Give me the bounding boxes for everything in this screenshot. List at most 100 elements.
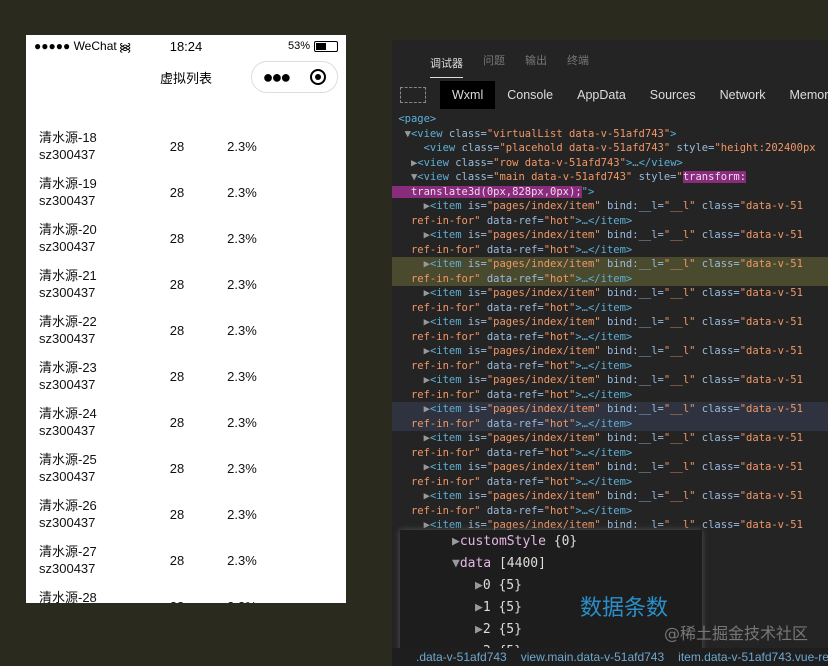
tree-token: is= [467,229,487,241]
tree-node[interactable]: ▶<item is="pages/index/item" bind:__l="_… [392,460,828,475]
tree-node[interactable]: ▶<item is="pages/index/item" bind:__l="_… [392,344,828,359]
tree-token: <item [429,403,468,415]
tree-node[interactable]: ref-in-for" data-ref="hot">…</item> [392,504,828,519]
tree-node[interactable]: ▶<item is="pages/index/item" bind:__l="_… [392,373,828,388]
tree-node[interactable]: ref-in-for" data-ref="hot">…</item> [392,475,828,490]
list-item[interactable]: 清水源-25 sz300437 28 2.3% [26,445,346,491]
tree-token: "__l" [663,432,696,444]
more-icon[interactable]: ●●● [263,68,292,86]
inspect-element-icon[interactable] [400,87,426,103]
tree-token: data-ref= [480,504,544,517]
tree-node[interactable]: ▶<item is="pages/index/item" bind:__l="_… [392,286,828,301]
stock-value: 28 [169,552,185,568]
tree-node[interactable]: ▶<view class="row data-v-51afd743">…</vi… [392,156,828,171]
virtual-list[interactable]: 清水源-18 sz300437 28 2.3% 清水源-19 sz300437 28… [26,123,346,603]
tree-node[interactable]: <page> [392,112,828,127]
tree-node[interactable]: ref-in-for" data-ref="hot">…</item> [392,446,828,461]
tree-token: ref-in-for" [392,301,481,314]
breadcrumb-item[interactable]: view.main.data-v-51afd743 [521,650,664,664]
tree-token: "data-v-51 [739,287,803,299]
list-item[interactable]: 清水源-20 sz300437 28 2.3% [26,215,346,261]
stock-percent: 2.3% [227,184,257,200]
tree-token: bind:__l= [600,200,664,212]
tree-token: >…</item> [575,301,633,314]
tree-node[interactable]: ref-in-for" data-ref="hot">…</item> [392,214,828,229]
tree-node[interactable]: ref-in-for" data-ref="hot">…</item> [392,388,828,403]
tab-network[interactable]: Network [708,81,778,109]
tree-node[interactable]: ▶<item is="pages/index/item" bind:__l="_… [392,431,828,446]
tree-node[interactable]: ref-in-for" data-ref="hot">…</item> [392,330,828,345]
data-row[interactable]: ▼ data [4400] [400,552,702,574]
list-item[interactable]: 清水源-19 sz300437 28 2.3% [26,169,346,215]
tree-token: "hot" [543,475,576,488]
list-item[interactable]: 清水源-21 sz300437 28 2.3% [26,261,346,307]
tab-sources[interactable]: Sources [638,81,708,109]
tab-wxml[interactable]: Wxml [440,81,496,109]
tree-token: <item [429,374,468,386]
tab-console[interactable]: Console [495,81,565,109]
list-item[interactable]: 清水源-18 sz300437 28 2.3% [26,123,346,169]
tree-token: bind:__l= [600,316,664,328]
top-tab[interactable]: 问题 [483,52,505,68]
stock-value: 28 [169,368,185,384]
tree-node[interactable]: ▶<item is="pages/index/item" bind:__l="_… [392,402,828,417]
stock-value: 28 [169,414,185,430]
tree-token: bind:__l= [600,345,664,357]
top-tab[interactable]: 输出 [525,52,547,68]
tree-token: <page> [392,113,437,125]
tree-token: "hot" [543,330,576,343]
tree-node[interactable]: ▶<item is="pages/index/item" bind:__l="_… [392,228,828,243]
tab-appdata[interactable]: AppData [565,81,638,109]
tree-node[interactable]: translate3d(0px,828px,0px);"> [392,185,828,200]
list-item[interactable]: 清水源-23 sz300437 28 2.3% [26,353,346,399]
breadcrumb-item[interactable]: item.data-v-51afd743.vue-ref [678,650,828,664]
breadcrumb-item[interactable]: .data-v-51afd743 [416,650,507,664]
tree-node[interactable]: ▶<item is="pages/index/item" bind:__l="_… [392,489,828,504]
list-item[interactable]: 清水源-28sz300437 28 2.3% [26,583,346,603]
tree-token: data-ref= [480,301,544,314]
list-item[interactable]: 清水源-27 sz300437 28 2.3% [26,537,346,583]
tree-node[interactable]: ▼<view class="main data-v-51afd743" styl… [392,170,828,185]
tree-node[interactable]: ▶<item is="pages/index/item" bind:__l="_… [392,315,828,330]
tree-token: "hot" [543,446,576,459]
tree-node[interactable]: ▶<item is="pages/index/item" bind:__l="_… [392,199,828,214]
tab-memory[interactable]: Memory [777,81,828,109]
stock-code: sz300437 [39,239,96,254]
tree-node[interactable]: ref-in-for" data-ref="hot">…</item> [392,301,828,316]
stock-value: 28 [169,276,185,292]
tree-token: bind:__l= [600,490,664,502]
custom-style-row[interactable]: ▶ customStyle {0} [400,530,702,552]
tree-token: bind:__l= [600,461,664,473]
list-item[interactable]: 清水源-24 sz300437 28 2.3% [26,399,346,445]
tree-token: ref-in-for" [392,214,481,227]
stock-value: 28 [169,506,185,522]
tree-token: "> [581,185,595,198]
tree-node[interactable]: ref-in-for" data-ref="hot">…</item> [392,243,828,258]
list-item[interactable]: 清水源-26 sz300437 28 2.3% [26,491,346,537]
tree-token: "data-v-51 [739,258,803,270]
tree-token: <view [417,156,456,169]
tree-node[interactable]: ▼<view class="virtualList data-v-51afd74… [392,127,828,142]
stock-code: sz300437 [39,561,96,576]
tree-token: <item [429,490,468,502]
tree-token: style= [670,142,715,154]
close-mini-program-icon[interactable] [310,69,327,85]
tree-token: is= [467,258,487,270]
tree-node[interactable]: <view class="placehold data-v-51afd743" … [392,141,828,156]
tree-token: "__l" [663,229,696,241]
tree-token: >…</item> [575,417,633,430]
stock-percent: 2.3% [227,322,257,338]
stock-name: 清水源-19 [39,176,97,191]
tree-node[interactable]: ref-in-for" data-ref="hot">…</item> [392,359,828,374]
stock-name: 清水源-25 [39,452,97,467]
tree-node[interactable]: ▶<item is="pages/index/item" bind:__l="_… [392,257,828,272]
tree-node[interactable]: ref-in-for" data-ref="hot">…</item> [392,271,828,286]
status-bar: ●●●●● WeChat ᯼ 18:24 53% [26,35,346,57]
tree-token: class= [455,156,494,169]
top-tab[interactable]: 终端 [567,52,589,68]
tree-token: ▶ [392,490,430,502]
tree-token: "pages/index/item" [486,200,601,212]
list-item[interactable]: 清水源-22 sz300437 28 2.3% [26,307,346,353]
top-tab[interactable]: 调试器 [430,55,463,78]
tree-node[interactable]: ref-in-for" data-ref="hot">…</item> [392,416,828,431]
